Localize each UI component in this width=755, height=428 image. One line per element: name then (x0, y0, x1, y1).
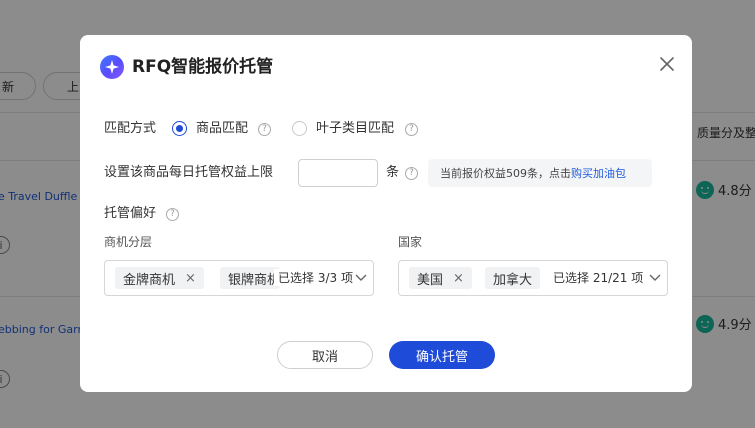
radio-product-match-label[interactable]: 商品匹配 (196, 120, 248, 138)
buy-addon-link[interactable]: 购买加油包 (571, 165, 626, 181)
tier-select[interactable]: 金牌商机 × 银牌商机 已选择 3/3 项 (104, 260, 374, 296)
country-select[interactable]: 美国 × 加拿大 已选择 21/21 项 (398, 260, 668, 296)
dialog-title: RFQ智能报价托管 (132, 57, 274, 77)
radio-category-match-label[interactable]: 叶子类目匹配 (316, 120, 394, 138)
daily-limit-unit: 条 (386, 165, 400, 180)
tag-canada: 加拿大 (485, 267, 541, 289)
radio-product-match[interactable] (172, 121, 187, 136)
cancel-button[interactable]: 取消 (277, 341, 373, 369)
remove-tag-icon[interactable]: × (185, 271, 196, 286)
country-selected-count: 已选择 21/21 项 (549, 269, 644, 286)
chevron-down-icon[interactable] (649, 271, 661, 283)
close-icon[interactable] (658, 55, 676, 73)
chevron-down-icon[interactable] (355, 271, 367, 283)
confirm-hosting-button[interactable]: 确认托管 (389, 341, 495, 369)
tier-selected-count: 已选择 3/3 项 (274, 269, 353, 286)
daily-limit-input[interactable] (298, 159, 378, 187)
daily-limit-label: 设置该商品每日托管权益上限 (104, 165, 274, 180)
help-icon[interactable]: ? (166, 208, 179, 221)
tag-label: 金牌商机 (123, 272, 176, 288)
tag-gold-opportunity: 金牌商机 × (115, 267, 204, 289)
tier-label: 商机分层 (104, 235, 153, 249)
quota-tip: 当前报价权益509条，点击 购买加油包 (428, 159, 652, 187)
preference-label: 托管偏好 (104, 206, 157, 221)
tag-label: 加拿大 (493, 272, 533, 288)
tag-usa: 美国 × (409, 267, 472, 289)
rfq-hosting-dialog: RFQ智能报价托管 匹配方式 商品匹配 ? 叶子类目匹配 ? 设置该商品每日托管… (80, 35, 692, 392)
help-icon[interactable]: ? (405, 167, 418, 180)
country-label: 国家 (398, 235, 423, 249)
tag-label: 银牌商机 (228, 272, 280, 288)
match-method-label: 匹配方式 (104, 121, 157, 136)
remove-tag-icon[interactable]: × (453, 271, 464, 286)
help-icon[interactable]: ? (258, 123, 271, 136)
sparkle-logo-icon (100, 55, 124, 79)
tag-label: 美国 (417, 272, 444, 288)
help-icon[interactable]: ? (405, 123, 418, 136)
tag-silver-opportunity: 银牌商机 (220, 267, 280, 289)
radio-category-match[interactable] (292, 121, 307, 136)
quota-tip-text: 当前报价权益509条，点击 (440, 167, 571, 180)
